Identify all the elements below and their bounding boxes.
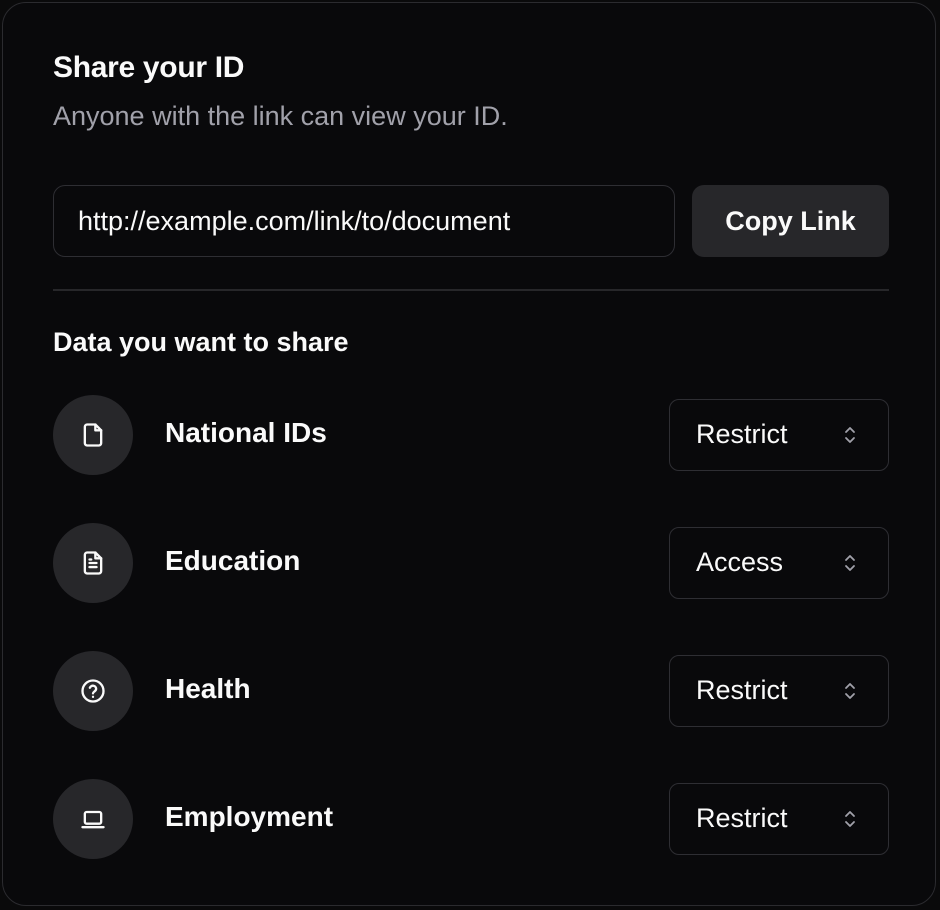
- permission-select-education[interactable]: Access: [669, 527, 889, 599]
- data-row-label: National IDs: [165, 417, 327, 448]
- data-row-education: Education Access: [53, 523, 889, 603]
- share-link-input[interactable]: [53, 185, 675, 257]
- data-row-health: Health Restrict: [53, 651, 889, 731]
- permission-value: Access: [696, 547, 784, 577]
- copy-link-button[interactable]: Copy Link: [692, 185, 889, 257]
- data-row-national-ids: National IDs Restrict: [53, 395, 889, 475]
- chevron-up-down-icon: [842, 551, 858, 575]
- permission-select-health[interactable]: Restrict: [669, 655, 889, 727]
- chevron-up-down-icon: [842, 679, 858, 703]
- card-title: Share your ID: [53, 51, 245, 84]
- chevron-up-down-icon: [842, 423, 858, 447]
- permission-value: Restrict: [696, 803, 788, 833]
- data-row-label: Employment: [165, 801, 334, 832]
- help-circle-icon: [53, 651, 133, 731]
- share-id-card: Share your ID Anyone with the link can v…: [2, 2, 936, 906]
- data-row-label: Education: [165, 545, 301, 576]
- data-row-employment: Employment Restrict: [53, 779, 889, 859]
- file-icon: [53, 395, 133, 475]
- section-title: Data you want to share: [53, 327, 349, 357]
- file-text-icon: [53, 523, 133, 603]
- data-row-label: Health: [165, 673, 251, 704]
- permission-select-national-ids[interactable]: Restrict: [669, 399, 889, 471]
- permission-value: Restrict: [696, 675, 788, 705]
- permission-value: Restrict: [696, 419, 788, 449]
- divider: [53, 289, 889, 291]
- permission-select-employment[interactable]: Restrict: [669, 783, 889, 855]
- card-subtitle: Anyone with the link can view your ID.: [53, 101, 508, 131]
- laptop-icon: [53, 779, 133, 859]
- chevron-up-down-icon: [842, 807, 858, 831]
